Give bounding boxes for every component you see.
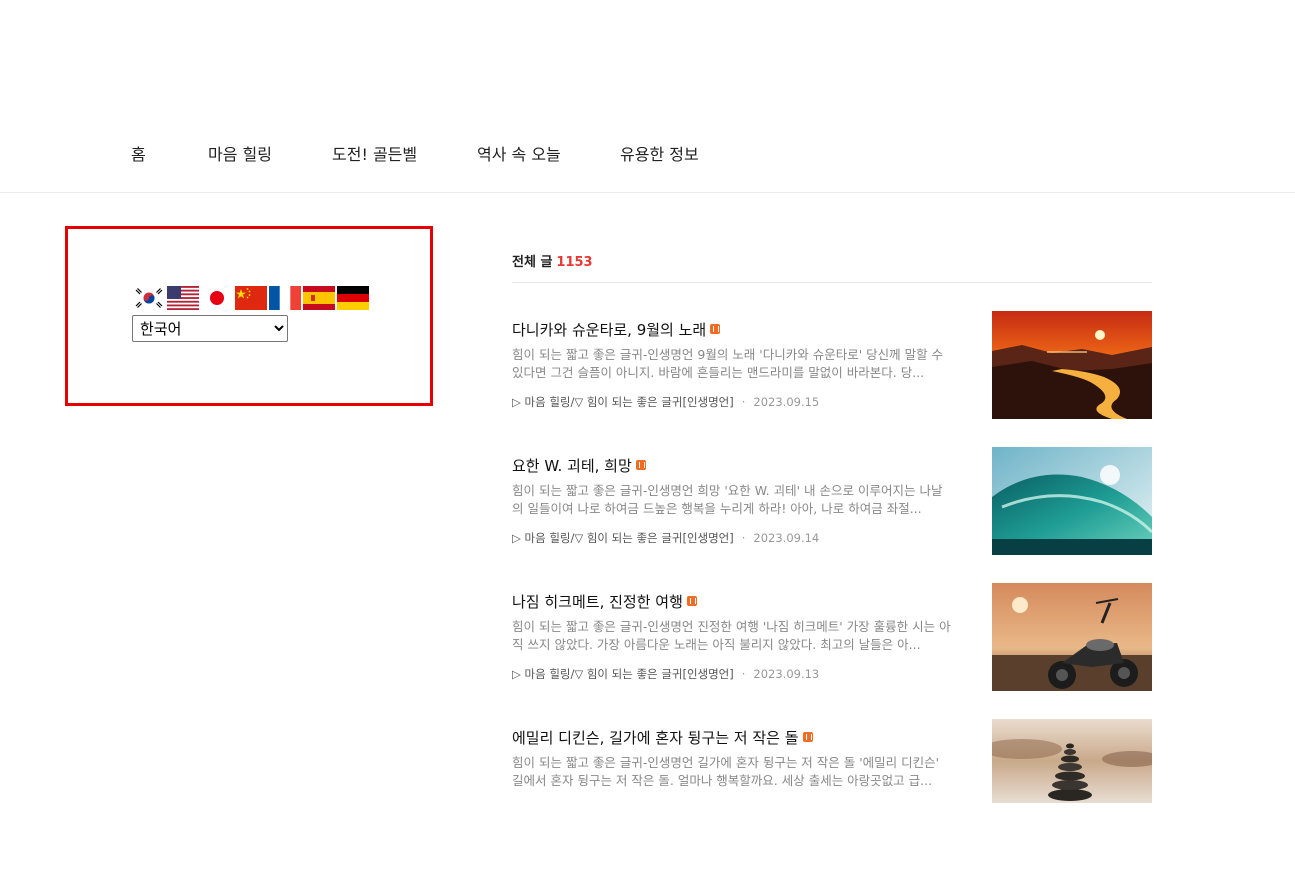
post-item[interactable]: 에밀리 디킨슨, 길가에 혼자 뒹구는 저 작은 돌 힘이 되는 짧고 좋은 글… — [512, 719, 1152, 829]
post-title[interactable]: 에밀리 디킨슨, 길가에 혼자 뒹구는 저 작은 돌 — [512, 727, 813, 748]
korea-flag[interactable] — [133, 286, 165, 310]
new-badge-icon — [686, 596, 697, 606]
divider — [512, 282, 1152, 283]
post-summary: 힘이 되는 짧고 좋은 글귀-인생명언 희망 '요한 W. 괴테' 내 손으로 … — [512, 483, 943, 516]
nav-item-home[interactable]: 홈 — [131, 141, 146, 165]
post-date: 2023.09.13 — [753, 667, 820, 681]
france-flag[interactable] — [269, 286, 301, 310]
post-date: 2023.09.15 — [753, 395, 820, 409]
nav-item-history-today[interactable]: 역사 속 오늘 — [477, 141, 561, 165]
post-summary: 힘이 되는 짧고 좋은 글귀-인생명언 진정한 여행 '나짐 히크메트' 가장 … — [512, 619, 951, 652]
post-total-count: 1153 — [556, 255, 593, 270]
spain-flag[interactable] — [303, 286, 335, 310]
post-summary: 힘이 되는 짧고 좋은 글귀-인생명언 9월의 노래 '다니카와 슈운타로' 당… — [512, 347, 944, 380]
post-category[interactable]: ▷ 마음 힐링/▽ 힘이 되는 좋은 글귀[인생명언] — [512, 531, 734, 545]
post-thumbnail-ocean-wave[interactable] — [992, 447, 1152, 555]
post-item[interactable]: 나짐 히크메트, 진정한 여행 힘이 되는 짧고 좋은 글귀-인생명언 진정한 … — [512, 583, 1152, 693]
post-thumbnail-motorcycle-sunset[interactable] — [992, 583, 1152, 691]
nav-item-mind-healing[interactable]: 마음 힐링 — [208, 141, 272, 165]
new-badge-icon — [710, 324, 721, 334]
post-title[interactable]: 요한 W. 괴테, 희망 — [512, 455, 646, 476]
top-navigation: 홈 마음 힐링 도전! 골든벨 역사 속 오늘 유용한 정보 — [0, 0, 1295, 193]
post-thumbnail-stacked-stones[interactable] — [992, 719, 1152, 803]
nav-item-useful-info[interactable]: 유용한 정보 — [620, 141, 699, 165]
post-category[interactable]: ▷ 마음 힐링/▽ 힘이 되는 좋은 글귀[인생명언] — [512, 667, 734, 681]
japan-flag[interactable] — [201, 286, 233, 310]
post-title[interactable]: 다니카와 슈운타로, 9월의 노래 — [512, 319, 721, 340]
post-date: 2023.09.14 — [753, 531, 820, 545]
post-total-header: 전체 글 1153 — [512, 251, 593, 270]
post-thumbnail-sunset-river[interactable] — [992, 311, 1152, 419]
new-badge-icon — [635, 460, 646, 470]
post-meta: ▷ 마음 힐링/▽ 힘이 되는 좋은 글귀[인생명언] · 2023.09.14 — [512, 531, 820, 545]
post-item[interactable]: 요한 W. 괴테, 희망 힘이 되는 짧고 좋은 글귀-인생명언 희망 '요한 … — [512, 447, 1152, 557]
usa-flag[interactable] — [167, 286, 199, 310]
post-meta: ▷ 마음 힐링/▽ 힘이 되는 좋은 글귀[인생명언] · 2023.09.13 — [512, 667, 820, 681]
post-title[interactable]: 나짐 히크메트, 진정한 여행 — [512, 591, 697, 612]
language-selector-widget: 한국어 — [65, 226, 433, 406]
post-item[interactable]: 다니카와 슈운타로, 9월의 노래 힘이 되는 짧고 좋은 글귀-인생명언 9월… — [512, 311, 1152, 421]
germany-flag[interactable] — [337, 286, 369, 310]
post-total-label: 전체 글 — [512, 255, 553, 270]
post-category[interactable]: ▷ 마음 힐링/▽ 힘이 되는 좋은 글귀[인생명언] — [512, 395, 734, 409]
language-select[interactable]: 한국어 — [132, 315, 288, 342]
post-summary: 힘이 되는 짧고 좋은 글귀-인생명언 길가에 혼자 뒹구는 저 작은 돌 '에… — [512, 755, 940, 788]
nav-item-golden-bell[interactable]: 도전! 골든벨 — [332, 141, 417, 165]
new-badge-icon — [802, 732, 813, 742]
post-meta: ▷ 마음 힐링/▽ 힘이 되는 좋은 글귀[인생명언] · 2023.09.15 — [512, 395, 820, 409]
china-flag[interactable] — [235, 286, 267, 310]
